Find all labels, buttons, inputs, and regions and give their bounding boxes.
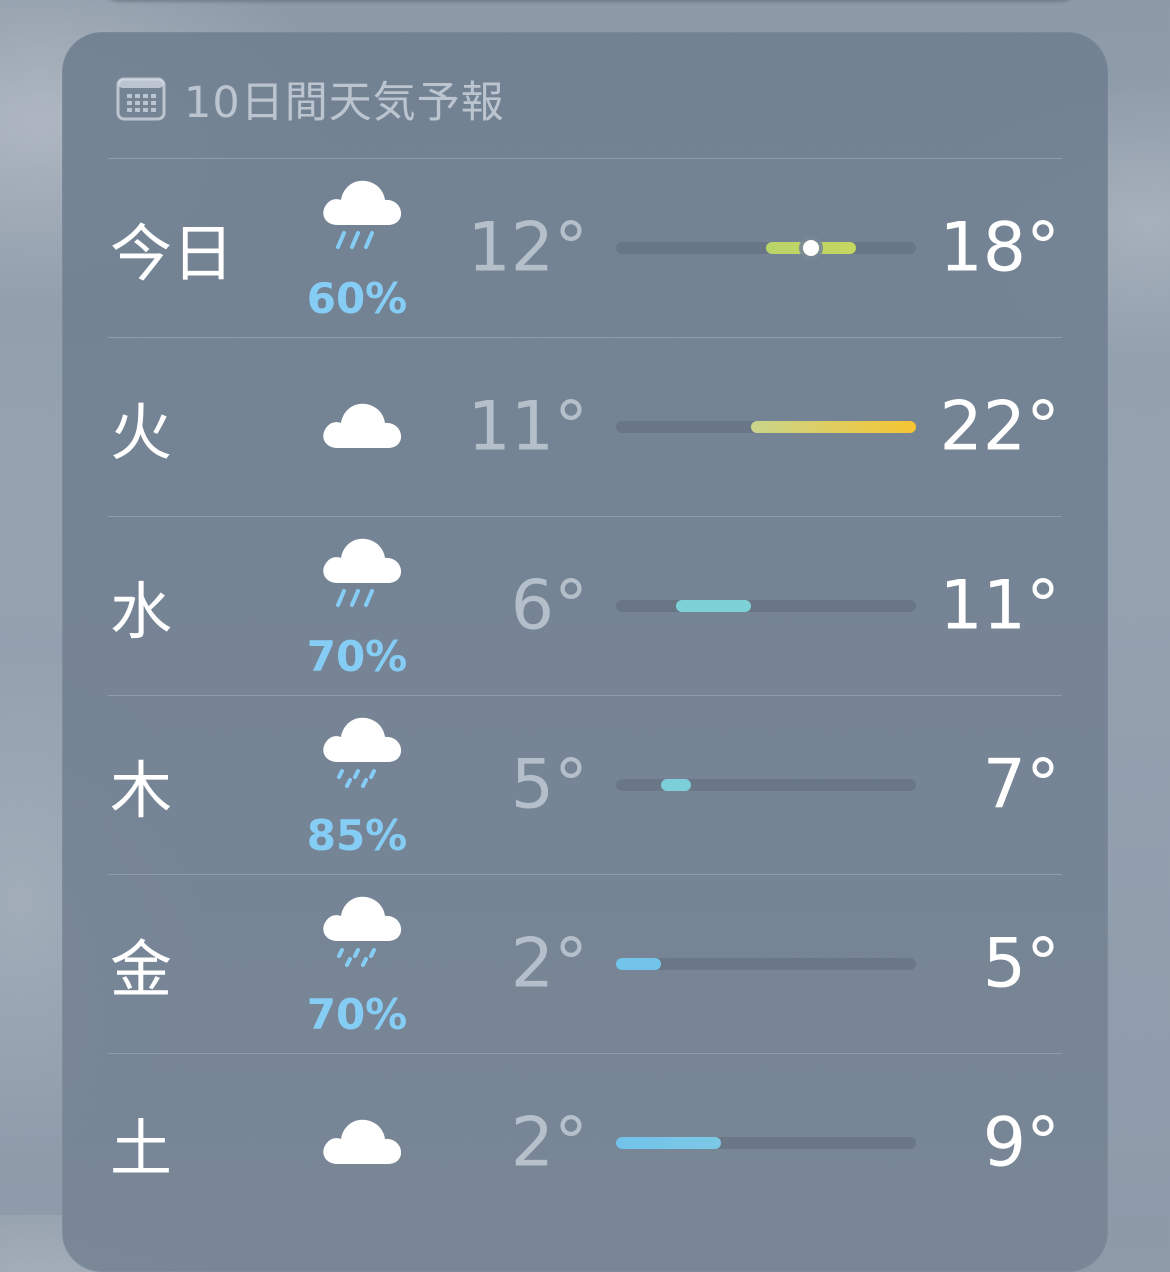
high-temperature: 9° [982,1103,1060,1183]
cloud-icon [323,403,402,448]
cloud-rain-icon [323,180,402,249]
day-label: 水 [110,575,173,648]
forecast-row[interactable]: 今日 60% 12° 18° [108,158,1062,337]
temperature-range-bar [616,600,916,612]
temperature-range-fill [616,958,661,970]
calendar-icon [116,77,166,121]
forecast-row[interactable]: 土 2° 9° [108,1053,1062,1232]
card-header: 10日間天気予報 [116,74,505,128]
cloud-drizzle-icon [323,717,402,788]
forecast-row[interactable]: 木 85% 5° 7° [108,695,1062,874]
low-temperature: 11° [467,387,588,467]
day-label: 火 [110,396,173,469]
low-temperature: 2° [510,1103,588,1183]
temperature-range-bar [616,779,916,791]
high-temperature: 11° [939,566,1060,646]
forecast-row[interactable]: 火 11° 22° [108,337,1062,516]
high-temperature: 5° [982,924,1060,1004]
low-temperature: 6° [510,566,588,646]
ten-day-forecast-card[interactable]: 10日間天気予報 今日 60% 12° 18° 火 11° 22° 水 70% 6° 11° 木 85%… [62,32,1108,1272]
temperature-range-fill [751,421,916,433]
forecast-row[interactable]: 水 70% 6° 11° [108,516,1062,695]
current-temperature-dot [803,240,819,256]
precipitation-chance: 70% [306,632,408,681]
low-temperature: 5° [510,745,588,825]
temperature-range-fill [676,600,751,612]
temperature-range-bar [616,958,916,970]
low-temperature: 2° [510,924,588,1004]
precipitation-chance: 70% [306,990,408,1039]
day-label: 今日 [110,217,235,290]
forecast-list: 今日 60% 12° 18° 火 11° 22° 水 70% 6° 11° 木 85% 5° 7° 金 70% 2… [108,158,1062,1232]
temperature-range-fill [661,779,691,791]
day-label: 木 [110,754,173,827]
card-title: 10日間天気予報 [184,78,505,128]
temperature-range-bar [616,1137,916,1149]
temperature-range-bar [616,421,916,433]
cloud-drizzle-icon [323,896,402,967]
precipitation-chance: 60% [306,274,408,323]
low-temperature: 12° [467,208,588,288]
high-temperature: 18° [939,208,1060,288]
day-label: 土 [110,1112,173,1185]
cloud-icon [323,1119,402,1164]
temperature-range-fill [616,1137,721,1149]
high-temperature: 22° [939,387,1060,467]
high-temperature: 7° [982,745,1060,825]
cloud-rain-icon [323,538,402,607]
forecast-row[interactable]: 金 70% 2° 5° [108,874,1062,1053]
precipitation-chance: 85% [306,811,408,860]
temperature-range-bar [616,240,916,256]
day-label: 金 [110,933,173,1006]
